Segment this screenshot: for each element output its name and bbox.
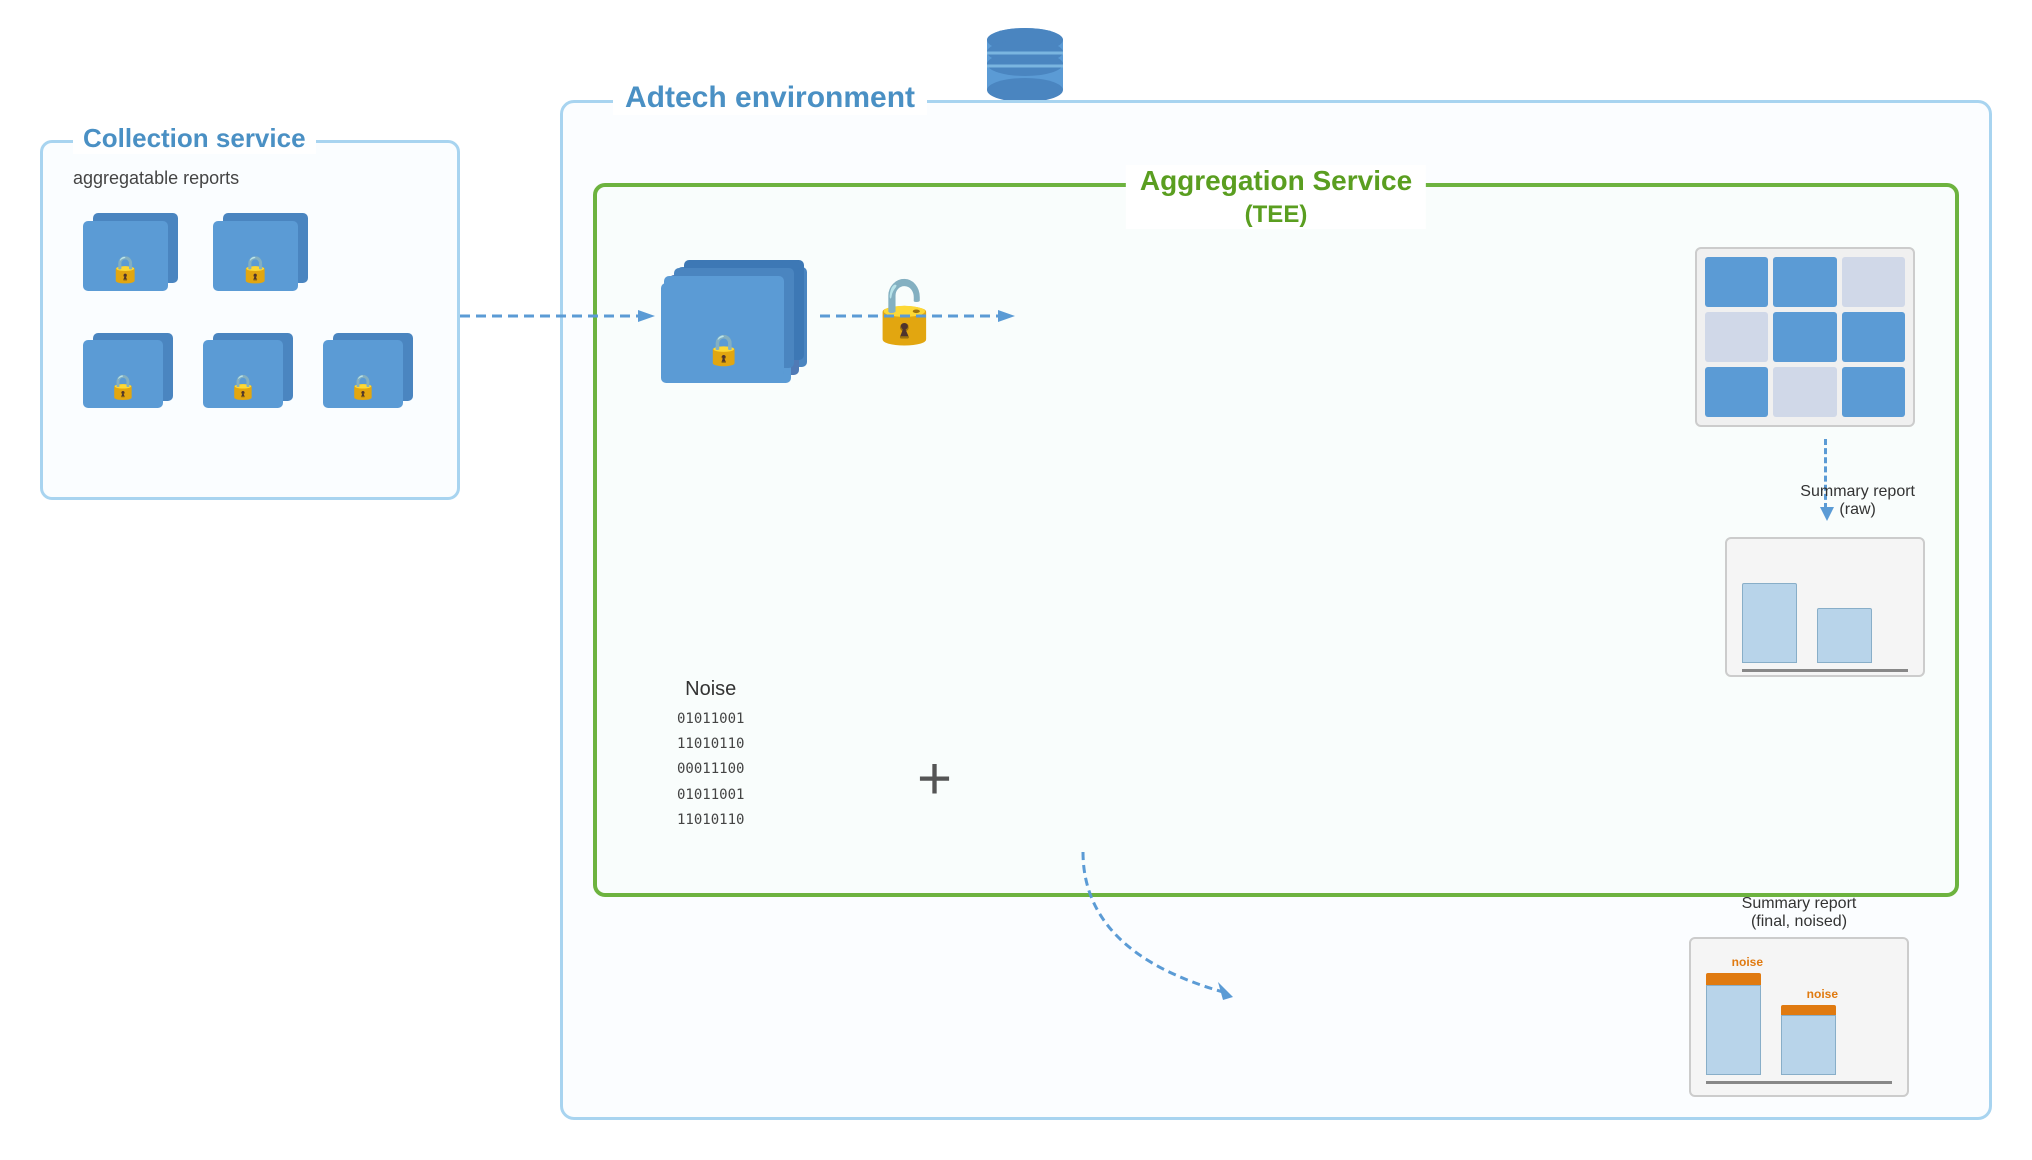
- noise-label: Noise: [677, 678, 744, 701]
- noise-bar-2: noise: [1781, 1005, 1836, 1015]
- reports-sublabel: aggregatable reports: [73, 168, 239, 189]
- bar-raw-2: [1817, 608, 1872, 663]
- plus-operator: +: [917, 744, 952, 813]
- arrow-collection-to-middle: [460, 306, 660, 310]
- adtech-label: Adtech environment: [613, 81, 927, 115]
- collection-service-label: Collection service: [73, 123, 316, 154]
- middle-stacked-docs: 🔒: [660, 260, 820, 390]
- adtech-environment: Adtech environment Aggregation Service (…: [560, 100, 1992, 1120]
- decoded-report: [1695, 247, 1915, 427]
- noise-bar-1: noise: [1706, 973, 1761, 985]
- database-icon: [980, 18, 1070, 113]
- arrow-middle-to-aggregation: [820, 306, 1020, 310]
- noise-label-2: noise: [1807, 987, 1838, 1001]
- summary-report-final-label: Summary report (final, noised): [1689, 895, 1909, 931]
- summary-report-final-section: Summary report (final, noised) noise: [1689, 895, 1909, 1097]
- collection-service-box: Collection service aggregatable reports …: [40, 140, 460, 500]
- aggregation-service-label: Aggregation Service (TEE): [1126, 165, 1426, 229]
- noise-label-1: noise: [1732, 955, 1763, 969]
- noise-section: Noise 01011001 11010110 00011100 0101100…: [677, 678, 744, 833]
- noise-binary: 01011001 11010110 00011100 01011001 1101…: [677, 707, 744, 833]
- summary-report-final-chart: noise noise: [1689, 937, 1909, 1097]
- summary-report-raw-label: Summary report (raw): [1800, 483, 1915, 519]
- curved-arrow-to-final: [1023, 832, 1273, 1037]
- bar-raw-1: [1742, 583, 1797, 663]
- summary-report-raw-chart: [1725, 537, 1925, 677]
